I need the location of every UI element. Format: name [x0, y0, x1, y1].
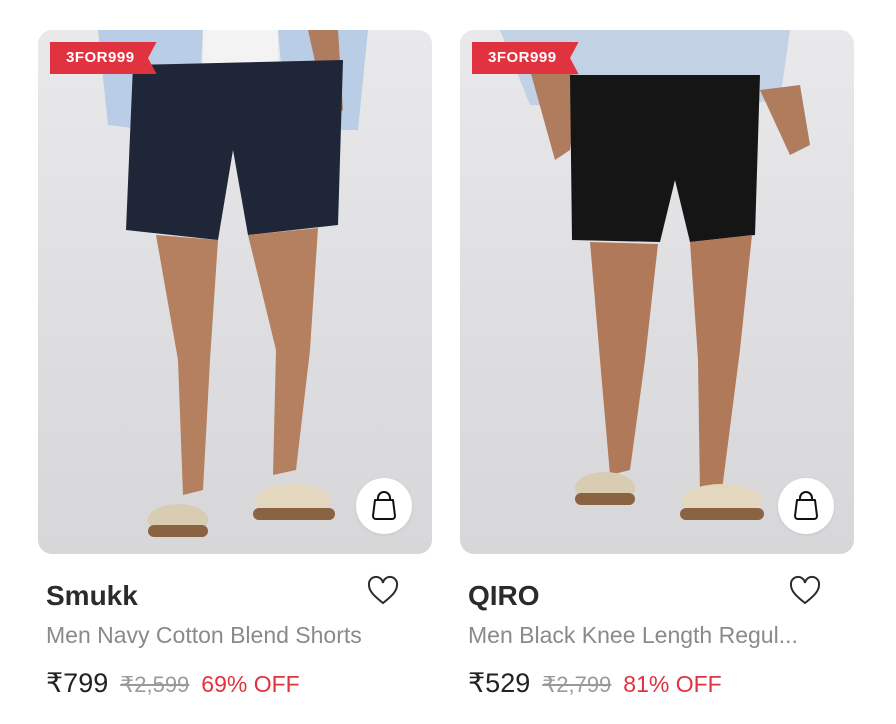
price-row: ₹799 ₹2,599 69% OFF — [46, 668, 300, 699]
price-row: ₹529 ₹2,799 81% OFF — [468, 668, 722, 699]
add-to-bag-button[interactable] — [778, 478, 834, 534]
product-title[interactable]: Men Black Knee Length Regul... — [468, 622, 818, 649]
product-image[interactable]: 3FOR999 — [38, 30, 432, 554]
product-photo — [500, 30, 810, 520]
discount-text: 69% OFF — [201, 671, 300, 697]
product-grid: 3FOR999 Smukk Men Navy Cotton Blend Shor… — [0, 0, 896, 724]
add-to-bag-button[interactable] — [356, 478, 412, 534]
product-image[interactable]: 3FOR999 — [460, 30, 854, 554]
product-brand: QIRO — [468, 580, 540, 611]
product-photo — [98, 30, 368, 537]
offer-badge: 3FOR999 — [50, 42, 157, 74]
product-card[interactable]: 3FOR999 QIRO Men Black Knee Length Regul… — [460, 30, 854, 714]
shopping-bag-icon — [372, 491, 396, 520]
heart-outline-icon[interactable] — [366, 574, 400, 608]
product-card[interactable]: 3FOR999 Smukk Men Navy Cotton Blend Shor… — [38, 30, 432, 714]
mrp-price: ₹2,599 — [120, 672, 190, 697]
product-info: QIRO Men Black Knee Length Regul... ₹529… — [460, 554, 854, 714]
discount-text: 81% OFF — [623, 671, 722, 697]
heart-outline-icon[interactable] — [788, 574, 822, 608]
selling-price: ₹529 — [468, 668, 531, 698]
product-info: Smukk Men Navy Cotton Blend Shorts ₹799 … — [38, 554, 432, 714]
product-brand: Smukk — [46, 580, 138, 611]
shopping-bag-icon — [794, 491, 818, 520]
mrp-price: ₹2,799 — [542, 672, 612, 697]
offer-badge: 3FOR999 — [472, 42, 579, 74]
product-title[interactable]: Men Navy Cotton Blend Shorts — [46, 622, 396, 649]
selling-price: ₹799 — [46, 668, 109, 698]
